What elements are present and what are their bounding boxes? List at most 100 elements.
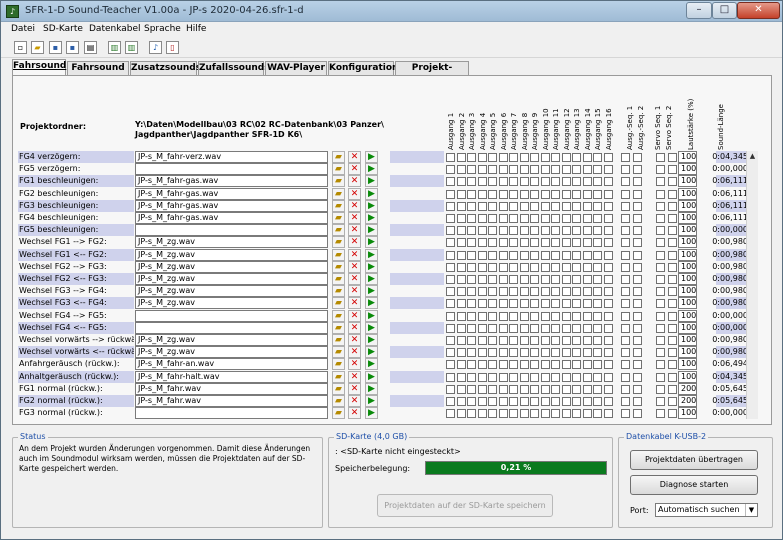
output-checkbox[interactable] xyxy=(446,177,455,187)
output-checkbox[interactable] xyxy=(488,189,497,199)
output-checkbox[interactable] xyxy=(540,275,550,284)
output-checkbox[interactable] xyxy=(593,250,602,260)
open-folder-icon[interactable]: ▰ xyxy=(332,297,345,310)
output-checkbox[interactable] xyxy=(656,238,665,248)
output-checkbox[interactable] xyxy=(603,177,613,187)
delete-icon[interactable]: ✕ xyxy=(348,212,361,224)
output-checkbox[interactable] xyxy=(621,165,630,175)
output-checkbox[interactable] xyxy=(572,323,581,333)
output-checkbox[interactable] xyxy=(519,275,529,284)
delete-icon[interactable]: ✕ xyxy=(348,309,361,322)
output-checkbox[interactable] xyxy=(656,177,665,187)
output-checkbox[interactable] xyxy=(456,214,466,223)
output-checkbox[interactable] xyxy=(656,311,665,321)
output-checkbox[interactable] xyxy=(488,201,497,211)
output-checkbox[interactable] xyxy=(603,153,613,162)
output-checkbox[interactable] xyxy=(530,250,539,260)
output-checkbox[interactable] xyxy=(668,397,677,406)
output-checkbox[interactable] xyxy=(467,262,476,272)
output-checkbox[interactable] xyxy=(633,153,642,162)
output-checkbox[interactable] xyxy=(593,214,602,223)
output-checkbox[interactable] xyxy=(593,262,602,272)
output-checkbox[interactable] xyxy=(621,250,630,260)
play-icon[interactable]: ▶ xyxy=(365,151,378,163)
output-checkbox[interactable] xyxy=(572,189,581,199)
output-checkbox[interactable] xyxy=(572,165,581,175)
output-checkbox[interactable] xyxy=(477,397,487,406)
wav-file-field[interactable]: JP-s_M_zg.wav xyxy=(135,346,328,359)
output-checkbox[interactable] xyxy=(467,287,476,297)
output-checkbox[interactable] xyxy=(551,384,560,394)
delete-icon[interactable]: ✕ xyxy=(348,199,361,212)
output-checkbox[interactable] xyxy=(633,250,642,260)
output-checkbox[interactable] xyxy=(561,409,571,419)
output-checkbox[interactable] xyxy=(621,397,630,406)
open-folder-icon[interactable]: ▰ xyxy=(332,151,345,163)
export-icon[interactable]: ▥ xyxy=(108,41,121,54)
output-checkbox[interactable] xyxy=(633,299,642,309)
output-checkbox[interactable] xyxy=(446,250,455,260)
output-checkbox[interactable] xyxy=(668,287,677,297)
output-checkbox[interactable] xyxy=(477,226,487,236)
output-checkbox[interactable] xyxy=(540,177,550,187)
output-checkbox[interactable] xyxy=(456,384,466,394)
output-checkbox[interactable] xyxy=(446,287,455,297)
menu-datenkabel[interactable]: Datenkabel xyxy=(89,24,141,34)
output-checkbox[interactable] xyxy=(540,384,550,394)
output-checkbox[interactable] xyxy=(530,299,539,309)
play-icon[interactable]: ▶ xyxy=(365,273,378,285)
output-checkbox[interactable] xyxy=(540,360,550,370)
volume-field[interactable]: 100 xyxy=(678,370,697,383)
output-checkbox[interactable] xyxy=(519,177,529,187)
output-checkbox[interactable] xyxy=(498,262,508,272)
output-checkbox[interactable] xyxy=(668,360,677,370)
output-checkbox[interactable] xyxy=(668,165,677,175)
output-checkbox[interactable] xyxy=(561,262,571,272)
tab-projekt-notizen[interactable]: Projekt-Notizen xyxy=(395,61,469,86)
output-checkbox[interactable] xyxy=(519,287,529,297)
output-checkbox[interactable] xyxy=(498,165,508,175)
output-checkbox[interactable] xyxy=(551,323,560,333)
open-folder-icon[interactable]: ▰ xyxy=(332,285,345,298)
maximize-button[interactable]: □ xyxy=(712,2,737,19)
output-checkbox[interactable] xyxy=(477,201,487,211)
output-checkbox[interactable] xyxy=(488,214,497,223)
output-checkbox[interactable] xyxy=(572,409,581,419)
output-checkbox[interactable] xyxy=(561,177,571,187)
output-checkbox[interactable] xyxy=(509,214,518,223)
output-checkbox[interactable] xyxy=(551,238,560,248)
tab-wav-player[interactable]: WAV-Player xyxy=(265,61,327,76)
output-checkbox[interactable] xyxy=(477,384,487,394)
play-icon[interactable]: ▶ xyxy=(365,358,378,371)
play-icon[interactable]: ▶ xyxy=(365,248,378,261)
output-checkbox[interactable] xyxy=(446,299,455,309)
output-checkbox[interactable] xyxy=(582,177,592,187)
output-checkbox[interactable] xyxy=(488,165,497,175)
output-checkbox[interactable] xyxy=(561,189,571,199)
volume-field[interactable]: 100 xyxy=(678,187,697,200)
output-checkbox[interactable] xyxy=(551,299,560,309)
output-checkbox[interactable] xyxy=(668,299,677,309)
volume-field[interactable]: 100 xyxy=(678,297,697,310)
output-checkbox[interactable] xyxy=(530,360,539,370)
output-checkbox[interactable] xyxy=(498,348,508,358)
output-checkbox[interactable] xyxy=(572,177,581,187)
output-checkbox[interactable] xyxy=(540,201,550,211)
output-checkbox[interactable] xyxy=(561,397,571,406)
output-checkbox[interactable] xyxy=(603,409,613,419)
table-scrollbar[interactable]: ▲ xyxy=(746,151,758,419)
volume-field[interactable]: 100 xyxy=(678,321,697,334)
output-checkbox[interactable] xyxy=(456,336,466,345)
wav-file-field[interactable]: JP-s_M_fahr-halt.wav xyxy=(135,370,328,383)
output-checkbox[interactable] xyxy=(477,409,487,419)
menu-hilfe[interactable]: Hilfe xyxy=(186,24,206,34)
output-checkbox[interactable] xyxy=(530,165,539,175)
output-checkbox[interactable] xyxy=(509,250,518,260)
output-checkbox[interactable] xyxy=(582,214,592,223)
output-checkbox[interactable] xyxy=(446,226,455,236)
output-checkbox[interactable] xyxy=(509,238,518,248)
output-checkbox[interactable] xyxy=(498,201,508,211)
volume-field[interactable]: 100 xyxy=(678,309,697,322)
play-icon[interactable]: ▶ xyxy=(365,370,378,383)
output-checkbox[interactable] xyxy=(519,372,529,382)
